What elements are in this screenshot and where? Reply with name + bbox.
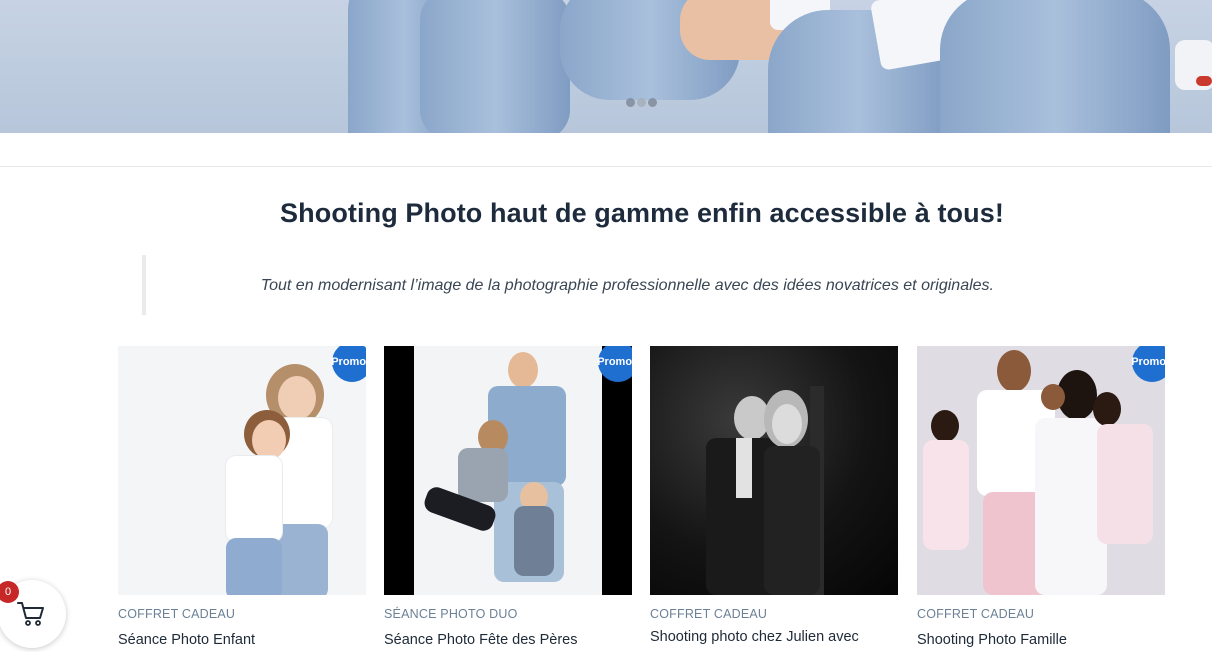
photo2-boy-body bbox=[514, 506, 554, 576]
tagline-text: Tout en modernisant l’image de la photog… bbox=[260, 277, 994, 294]
photo3-man-shirt bbox=[736, 438, 752, 498]
photo4-girl-right-head bbox=[1093, 392, 1121, 426]
product-image-4[interactable]: Promo ! bbox=[917, 346, 1165, 595]
promo-badge-4: Promo ! bbox=[1131, 346, 1165, 382]
promo-badge-2: Promo ! bbox=[597, 346, 632, 382]
photo4-father-face bbox=[997, 350, 1031, 392]
hero-banner bbox=[0, 0, 1212, 133]
product-image-3[interactable] bbox=[650, 346, 898, 595]
photo3-woman-face bbox=[772, 404, 802, 444]
hero-jeans-knee bbox=[420, 0, 570, 133]
photo1-girl-jeans bbox=[274, 524, 328, 595]
cart-icon bbox=[17, 602, 44, 626]
slider-dots bbox=[626, 98, 657, 107]
photo1-boy-jeans bbox=[226, 538, 282, 595]
product-title-1[interactable]: Séance Photo Enfant bbox=[118, 632, 366, 648]
photo4-girl-left-head bbox=[931, 410, 959, 442]
promo-badge-1: Promo ! bbox=[331, 346, 366, 382]
slider-dot-3[interactable] bbox=[648, 98, 657, 107]
slider-dot-2[interactable] bbox=[637, 98, 646, 107]
slider-dot-1[interactable] bbox=[626, 98, 635, 107]
product-card-1[interactable]: Promo ! COFFRET CADEAU Séance Photo Enfa… bbox=[118, 346, 366, 648]
product-category-2[interactable]: SÉANCE PHOTO DUO bbox=[384, 607, 632, 621]
product-image-1[interactable]: Promo ! bbox=[118, 346, 366, 595]
product-category-4[interactable]: COFFRET CADEAU bbox=[917, 607, 1165, 621]
product-card-3[interactable]: COFFRET CADEAU Shooting photo chez Julie… bbox=[650, 346, 898, 645]
photo3-woman-dress bbox=[764, 446, 820, 595]
product-card-4[interactable]: Promo ! COFFRET CADEAU Shooting Photo Fa… bbox=[917, 346, 1165, 648]
product-title-2[interactable]: Séance Photo Fête des Pères bbox=[384, 632, 632, 648]
photo4-girl-left-dress bbox=[923, 440, 969, 550]
product-category-3[interactable]: COFFRET CADEAU bbox=[650, 607, 898, 621]
hero-jeans-far-right bbox=[940, 0, 1170, 133]
page-headline: Shooting Photo haut de gamme enfin acces… bbox=[280, 198, 1004, 228]
hero-shoe-accent bbox=[1196, 76, 1212, 86]
photo2-father-face bbox=[508, 352, 538, 388]
photo2-girl-sweater bbox=[458, 448, 508, 502]
photo1-boy-face bbox=[252, 420, 286, 460]
tagline-quote: Tout en modernisant l’image de la photog… bbox=[142, 255, 1002, 315]
photo1-boy-shirt bbox=[226, 456, 282, 542]
photo4-baby-head bbox=[1041, 384, 1065, 410]
product-title-4[interactable]: Shooting Photo Famille bbox=[917, 632, 1165, 648]
section-divider bbox=[0, 166, 1212, 167]
product-card-2[interactable]: Promo ! SÉANCE PHOTO DUO Séance Photo Fê… bbox=[384, 346, 632, 648]
product-title-3[interactable]: Shooting photo chez Julien avec bbox=[650, 629, 898, 645]
photo4-girl-right-dress bbox=[1097, 424, 1153, 544]
product-category-1[interactable]: COFFRET CADEAU bbox=[118, 607, 366, 621]
product-image-2[interactable]: Promo ! bbox=[384, 346, 632, 595]
photo1-girl-face bbox=[278, 376, 316, 420]
